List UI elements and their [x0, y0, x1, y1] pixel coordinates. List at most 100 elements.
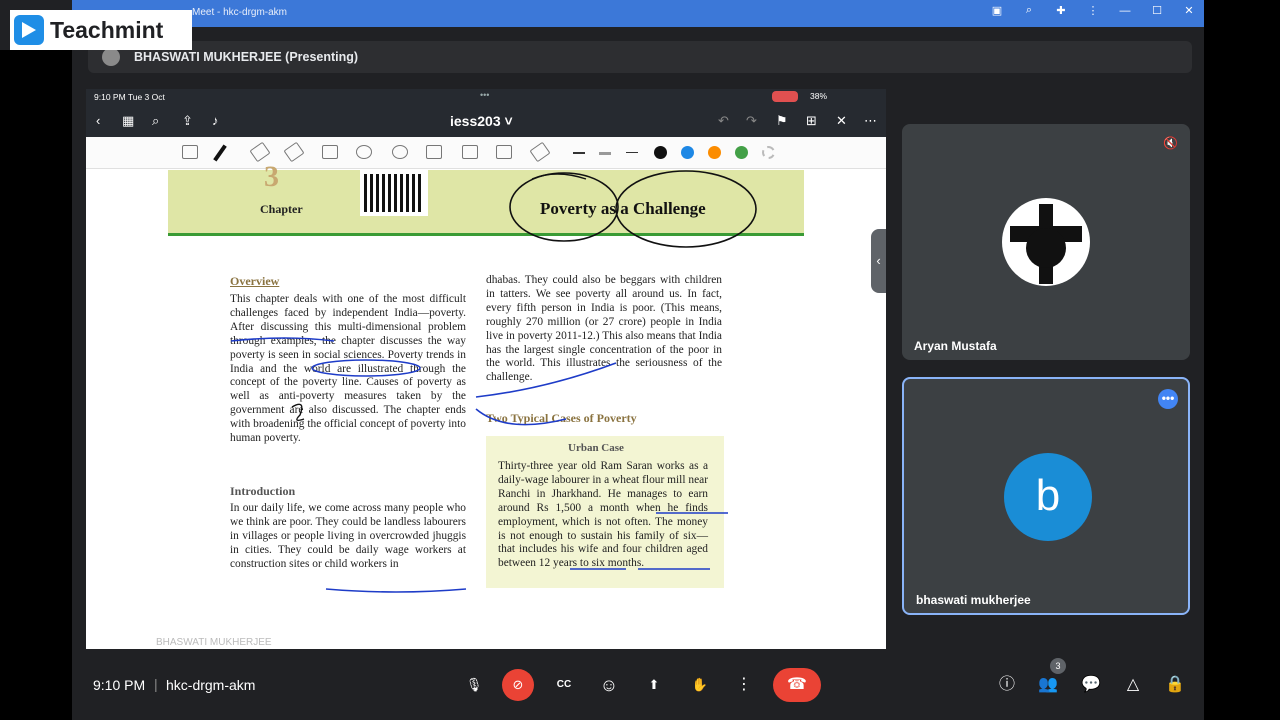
present-screen-icon[interactable]: ⬆: [638, 669, 670, 701]
more-options-icon[interactable]: ⋯: [864, 113, 877, 129]
participant-avatar: b: [1004, 453, 1092, 541]
participant-name: bhaswati mukherjee: [916, 593, 1031, 607]
tablet-status-bar: 9:10 PM Tue 3 Oct ••• 38%: [86, 89, 886, 105]
color-picker[interactable]: [762, 146, 775, 159]
shared-screen: 9:10 PM Tue 3 Oct ••• 38% ‹ ▦ ⌕ ⇪ ♪ iess…: [86, 89, 886, 649]
maximize-icon[interactable]: ☐: [1150, 4, 1164, 17]
shapes-tool-icon[interactable]: [322, 145, 338, 159]
pointer-tool-icon[interactable]: [529, 141, 551, 163]
people-icon[interactable]: 👥: [1036, 673, 1060, 697]
browser-menu-icon[interactable]: ⋮: [1086, 4, 1100, 17]
meeting-divider: |: [154, 676, 158, 692]
stroke-thick[interactable]: [626, 152, 638, 153]
left-letterbox: [0, 50, 72, 720]
back-icon[interactable]: ‹: [96, 113, 100, 128]
chat-icon[interactable]: 💬: [1079, 673, 1103, 697]
meeting-info-icon[interactable]: ⓘ: [995, 673, 1019, 697]
presenter-watermark: BHASWATI MUKHERJEE: [156, 637, 272, 648]
participant-tile-active[interactable]: ••• b bhaswati mukherjee: [902, 377, 1190, 615]
introduction-paragraph: In our daily life, we come across many p…: [230, 502, 466, 570]
microphone-icon[interactable]: 🎙: [458, 669, 490, 701]
document-title[interactable]: iess203 ˅: [450, 113, 513, 129]
typical-cases-heading: Two Typical Cases of Poverty: [486, 411, 637, 425]
urban-case-paragraph: Thirty-three year old Ram Saran works as…: [498, 460, 708, 570]
microphone-icon[interactable]: ♪: [212, 113, 219, 128]
sticker-tool-icon[interactable]: [392, 145, 408, 159]
lasso-tool-icon[interactable]: [356, 145, 372, 159]
camera-indicator-icon[interactable]: ▣: [990, 4, 1004, 17]
emoji-icon[interactable]: ☺: [593, 669, 625, 701]
activities-icon[interactable]: △: [1121, 673, 1145, 697]
grid-view-icon[interactable]: ▦: [122, 113, 134, 129]
recording-indicator: [772, 91, 798, 102]
color-green[interactable]: [735, 146, 748, 159]
zoom-icon[interactable]: ⌕: [1022, 4, 1036, 17]
stroke-medium[interactable]: [599, 152, 611, 155]
chapter-number: 3: [264, 160, 279, 193]
color-blue[interactable]: [681, 146, 694, 159]
image-tool-icon[interactable]: [426, 145, 442, 159]
participant-name: Aryan Mustafa: [914, 339, 997, 353]
raise-hand-icon[interactable]: ✋: [684, 669, 716, 701]
teachmint-logo: Teachmint: [10, 10, 192, 50]
redo-icon[interactable]: ↷: [746, 113, 757, 129]
teachmint-logo-icon: [14, 15, 44, 45]
overview-paragraph: This chapter deals with one of the most …: [230, 293, 466, 445]
host-controls-icon[interactable]: 🔒: [1163, 673, 1187, 697]
extensions-icon[interactable]: ✚: [1054, 4, 1068, 17]
highlighter-tool-icon[interactable]: [283, 141, 305, 163]
share-icon[interactable]: ⇪: [182, 113, 193, 129]
close-icon[interactable]: ✕: [1182, 4, 1196, 17]
search-icon[interactable]: ⌕: [152, 113, 159, 129]
document-header: ‹ ▦ ⌕ ⇪ ♪ iess203 ˅ ↶ ↷ ⚑ ⊞ ✕ ⋯: [86, 105, 886, 137]
minimize-icon[interactable]: —: [1118, 5, 1132, 17]
keyboard-tool-icon[interactable]: [462, 145, 478, 159]
text-tool-icon[interactable]: [496, 145, 512, 159]
battery-level: 38%: [810, 91, 828, 101]
add-page-icon[interactable]: ⊞: [806, 113, 817, 129]
collapse-panel-handle[interactable]: ‹: [871, 229, 886, 293]
browser-actions: ▣ ⌕ ✚ ⋮ — ☐ ✕: [990, 4, 1196, 17]
bookmark-icon[interactable]: ⚑: [776, 113, 788, 129]
color-black[interactable]: [654, 146, 667, 159]
qr-code: [360, 170, 428, 216]
more-options-icon[interactable]: •••: [1158, 389, 1178, 409]
close-document-icon[interactable]: ✕: [836, 113, 847, 129]
captions-icon[interactable]: CC: [548, 669, 580, 701]
meeting-controls-bar: 9:10 PM | hkc-drgm-akm 🎙 ⊘ CC ☺ ⬆ ✋ ⋮ ☎ …: [72, 654, 1204, 716]
right-letterbox: [1204, 0, 1280, 720]
scan-tool-icon[interactable]: [182, 145, 198, 159]
poverty-paragraph: dhabas. They could also be beggars with …: [486, 274, 722, 384]
color-orange[interactable]: [708, 146, 721, 159]
participant-tile[interactable]: 🔇 Aryan Mustafa: [902, 124, 1190, 360]
presenter-avatar: [102, 48, 120, 66]
overview-heading: Overview: [230, 274, 280, 288]
meeting-code: hkc-drgm-akm: [166, 677, 256, 693]
chapter-label: Chapter: [260, 202, 303, 216]
urban-case-title: Urban Case: [568, 442, 624, 454]
presenting-banner: BHASWATI MUKHERJEE (Presenting): [88, 41, 1192, 73]
more-options-icon[interactable]: ⋮: [728, 669, 760, 701]
camera-off-icon[interactable]: ⊘: [502, 669, 534, 701]
participant-avatar: [1002, 198, 1090, 286]
presenting-label: BHASWATI MUKHERJEE (Presenting): [134, 50, 359, 64]
undo-icon[interactable]: ↶: [718, 113, 729, 129]
teachmint-logo-text: Teachmint: [50, 16, 164, 43]
tablet-time: 9:10 PM Tue 3 Oct: [94, 92, 165, 102]
browser-title-bar: Meet - hkc-drgm-akm ▣ ⌕ ✚ ⋮ — ☐ ✕: [72, 0, 1204, 27]
mic-off-icon: 🔇: [1163, 136, 1178, 150]
stroke-thin[interactable]: [573, 152, 585, 154]
annotation-toolbar: [86, 137, 886, 169]
multitask-dots: •••: [480, 90, 490, 100]
chapter-title: Poverty as a Challenge: [540, 199, 706, 218]
textbook-page: 3 Chapter Poverty as a Challenge Overvie…: [168, 160, 804, 649]
chapter-banner: 3 Chapter Poverty as a Challenge: [168, 160, 804, 236]
meeting-time: 9:10 PM: [93, 677, 146, 693]
introduction-heading: Introduction: [230, 484, 296, 498]
browser-tab-title[interactable]: Meet - hkc-drgm-akm: [192, 7, 287, 18]
avatar-silhouette-icon: [1010, 204, 1082, 284]
pen-tool-icon[interactable]: [213, 144, 227, 162]
participant-count-badge: 3: [1050, 658, 1066, 674]
meet-window: Meet - hkc-drgm-akm ▣ ⌕ ✚ ⋮ — ☐ ✕ Teachm…: [0, 0, 1280, 720]
end-call-button[interactable]: ☎: [773, 668, 821, 702]
